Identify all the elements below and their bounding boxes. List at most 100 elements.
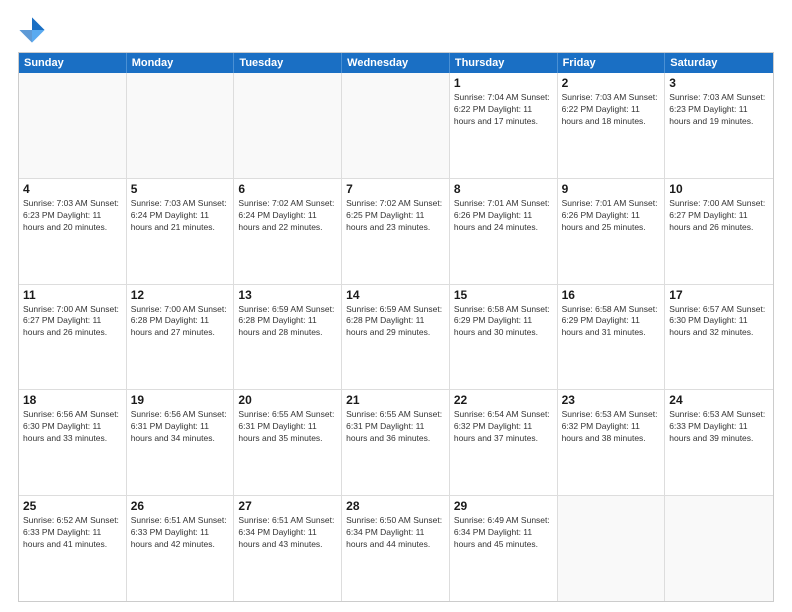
calendar-cell: 4 Sunrise: 7:03 AM Sunset: 6:23 PM Daylig… bbox=[19, 179, 127, 284]
calendar-row-2: 11 Sunrise: 7:00 AM Sunset: 6:27 PM Dayli… bbox=[19, 285, 773, 391]
cell-info: Sunrise: 7:03 AM Sunset: 6:23 PM Dayligh… bbox=[669, 92, 769, 128]
calendar-cell: 16Sunrise: 6:58 AM Sunset: 6:29 PM Dayli… bbox=[558, 285, 666, 390]
cell-day-number: 5 bbox=[131, 182, 230, 196]
cell-day-number: 24 bbox=[669, 393, 769, 407]
calendar-row-4: 25 Sunrise: 6:52 AM Sunset: 6:33 PM Dayli… bbox=[19, 496, 773, 601]
calendar-cell: 15 Sunrise: 6:58 AM Sunset: 6:29 PM Dayli… bbox=[450, 285, 558, 390]
weekday-header-tuesday: Tuesday bbox=[234, 53, 342, 73]
cell-day-number: 13 bbox=[238, 288, 337, 302]
calendar-cell: 17 Sunrise: 6:57 AM Sunset: 6:30 PM Dayli… bbox=[665, 285, 773, 390]
cell-day-number: 14 bbox=[346, 288, 445, 302]
calendar-cell bbox=[19, 73, 127, 178]
calendar-cell: 26 Sunrise: 6:51 AM Sunset: 6:33 PM Dayli… bbox=[127, 496, 235, 601]
calendar-row-1: 4 Sunrise: 7:03 AM Sunset: 6:23 PM Daylig… bbox=[19, 179, 773, 285]
calendar-cell: 24 Sunrise: 6:53 AM Sunset: 6:33 PM Dayli… bbox=[665, 390, 773, 495]
cell-info: Sunrise: 7:03 AM Sunset: 6:23 PM Dayligh… bbox=[23, 198, 122, 234]
weekday-header-sunday: Sunday bbox=[19, 53, 127, 73]
calendar-cell: 7Sunrise: 7:02 AM Sunset: 6:25 PM Daylig… bbox=[342, 179, 450, 284]
cell-day-number: 26 bbox=[131, 499, 230, 513]
calendar: SundayMondayTuesdayWednesdayThursdayFrid… bbox=[18, 52, 774, 602]
cell-info: Sunrise: 6:55 AM Sunset: 6:31 PM Dayligh… bbox=[238, 409, 337, 445]
calendar-cell: 20 Sunrise: 6:55 AM Sunset: 6:31 PM Dayli… bbox=[234, 390, 342, 495]
cell-info: Sunrise: 7:00 AM Sunset: 6:28 PM Dayligh… bbox=[131, 304, 230, 340]
calendar-row-3: 18 Sunrise: 6:56 AM Sunset: 6:30 PM Dayli… bbox=[19, 390, 773, 496]
cell-day-number: 23 bbox=[562, 393, 661, 407]
page: SundayMondayTuesdayWednesdayThursdayFrid… bbox=[0, 0, 792, 612]
cell-info: Sunrise: 7:03 AM Sunset: 6:22 PM Dayligh… bbox=[562, 92, 661, 128]
cell-info: Sunrise: 7:01 AM Sunset: 6:26 PM Dayligh… bbox=[454, 198, 553, 234]
cell-day-number: 11 bbox=[23, 288, 122, 302]
cell-info: Sunrise: 7:00 AM Sunset: 6:27 PM Dayligh… bbox=[23, 304, 122, 340]
calendar-cell: 28 Sunrise: 6:50 AM Sunset: 6:34 PM Dayli… bbox=[342, 496, 450, 601]
cell-info: Sunrise: 6:59 AM Sunset: 6:28 PM Dayligh… bbox=[238, 304, 337, 340]
weekday-header-friday: Friday bbox=[558, 53, 666, 73]
cell-info: Sunrise: 6:56 AM Sunset: 6:31 PM Dayligh… bbox=[131, 409, 230, 445]
calendar-cell: 8 Sunrise: 7:01 AM Sunset: 6:26 PM Daylig… bbox=[450, 179, 558, 284]
calendar-row-0: 1Sunrise: 7:04 AM Sunset: 6:22 PM Daylig… bbox=[19, 73, 773, 179]
calendar-cell bbox=[127, 73, 235, 178]
cell-info: Sunrise: 6:51 AM Sunset: 6:33 PM Dayligh… bbox=[131, 515, 230, 551]
calendar-cell: 18 Sunrise: 6:56 AM Sunset: 6:30 PM Dayli… bbox=[19, 390, 127, 495]
calendar-cell: 10 Sunrise: 7:00 AM Sunset: 6:27 PM Dayli… bbox=[665, 179, 773, 284]
weekday-header-thursday: Thursday bbox=[450, 53, 558, 73]
cell-day-number: 4 bbox=[23, 182, 122, 196]
calendar-header: SundayMondayTuesdayWednesdayThursdayFrid… bbox=[19, 53, 773, 73]
cell-info: Sunrise: 6:50 AM Sunset: 6:34 PM Dayligh… bbox=[346, 515, 445, 551]
cell-info: Sunrise: 6:51 AM Sunset: 6:34 PM Dayligh… bbox=[238, 515, 337, 551]
weekday-header-wednesday: Wednesday bbox=[342, 53, 450, 73]
cell-day-number: 29 bbox=[454, 499, 553, 513]
calendar-cell bbox=[234, 73, 342, 178]
calendar-cell bbox=[558, 496, 666, 601]
cell-info: Sunrise: 6:52 AM Sunset: 6:33 PM Dayligh… bbox=[23, 515, 122, 551]
cell-info: Sunrise: 6:53 AM Sunset: 6:32 PM Dayligh… bbox=[562, 409, 661, 445]
calendar-cell: 27 Sunrise: 6:51 AM Sunset: 6:34 PM Dayli… bbox=[234, 496, 342, 601]
cell-info: Sunrise: 7:04 AM Sunset: 6:22 PM Dayligh… bbox=[454, 92, 553, 128]
cell-info: Sunrise: 6:55 AM Sunset: 6:31 PM Dayligh… bbox=[346, 409, 445, 445]
cell-day-number: 15 bbox=[454, 288, 553, 302]
cell-day-number: 9 bbox=[562, 182, 661, 196]
weekday-header-monday: Monday bbox=[127, 53, 235, 73]
cell-info: Sunrise: 6:54 AM Sunset: 6:32 PM Dayligh… bbox=[454, 409, 553, 445]
cell-day-number: 19 bbox=[131, 393, 230, 407]
cell-info: Sunrise: 7:00 AM Sunset: 6:27 PM Dayligh… bbox=[669, 198, 769, 234]
cell-info: Sunrise: 7:01 AM Sunset: 6:26 PM Dayligh… bbox=[562, 198, 661, 234]
calendar-cell bbox=[665, 496, 773, 601]
cell-day-number: 17 bbox=[669, 288, 769, 302]
calendar-cell: 3Sunrise: 7:03 AM Sunset: 6:23 PM Daylig… bbox=[665, 73, 773, 178]
calendar-cell: 23 Sunrise: 6:53 AM Sunset: 6:32 PM Dayli… bbox=[558, 390, 666, 495]
cell-day-number: 28 bbox=[346, 499, 445, 513]
calendar-body: 1Sunrise: 7:04 AM Sunset: 6:22 PM Daylig… bbox=[19, 73, 773, 601]
cell-info: Sunrise: 6:49 AM Sunset: 6:34 PM Dayligh… bbox=[454, 515, 553, 551]
cell-day-number: 8 bbox=[454, 182, 553, 196]
cell-info: Sunrise: 6:59 AM Sunset: 6:28 PM Dayligh… bbox=[346, 304, 445, 340]
cell-info: Sunrise: 7:03 AM Sunset: 6:24 PM Dayligh… bbox=[131, 198, 230, 234]
header bbox=[18, 16, 774, 44]
cell-info: Sunrise: 6:53 AM Sunset: 6:33 PM Dayligh… bbox=[669, 409, 769, 445]
calendar-cell: 19 Sunrise: 6:56 AM Sunset: 6:31 PM Dayli… bbox=[127, 390, 235, 495]
calendar-cell: 2 Sunrise: 7:03 AM Sunset: 6:22 PM Daylig… bbox=[558, 73, 666, 178]
cell-info: Sunrise: 6:57 AM Sunset: 6:30 PM Dayligh… bbox=[669, 304, 769, 340]
cell-info: Sunrise: 6:58 AM Sunset: 6:29 PM Dayligh… bbox=[454, 304, 553, 340]
cell-day-number: 25 bbox=[23, 499, 122, 513]
cell-day-number: 6 bbox=[238, 182, 337, 196]
calendar-cell: 1Sunrise: 7:04 AM Sunset: 6:22 PM Daylig… bbox=[450, 73, 558, 178]
cell-info: Sunrise: 6:56 AM Sunset: 6:30 PM Dayligh… bbox=[23, 409, 122, 445]
logo-icon bbox=[18, 16, 46, 44]
calendar-cell bbox=[342, 73, 450, 178]
cell-day-number: 10 bbox=[669, 182, 769, 196]
calendar-cell: 29 Sunrise: 6:49 AM Sunset: 6:34 PM Dayli… bbox=[450, 496, 558, 601]
cell-day-number: 20 bbox=[238, 393, 337, 407]
cell-day-number: 7 bbox=[346, 182, 445, 196]
calendar-cell: 12 Sunrise: 7:00 AM Sunset: 6:28 PM Dayli… bbox=[127, 285, 235, 390]
calendar-cell: 13 Sunrise: 6:59 AM Sunset: 6:28 PM Dayli… bbox=[234, 285, 342, 390]
calendar-cell: 22Sunrise: 6:54 AM Sunset: 6:32 PM Dayli… bbox=[450, 390, 558, 495]
calendar-cell: 5 Sunrise: 7:03 AM Sunset: 6:24 PM Daylig… bbox=[127, 179, 235, 284]
calendar-cell: 6Sunrise: 7:02 AM Sunset: 6:24 PM Daylig… bbox=[234, 179, 342, 284]
logo bbox=[18, 16, 50, 44]
cell-day-number: 2 bbox=[562, 76, 661, 90]
cell-day-number: 27 bbox=[238, 499, 337, 513]
cell-day-number: 18 bbox=[23, 393, 122, 407]
calendar-cell: 14 Sunrise: 6:59 AM Sunset: 6:28 PM Dayli… bbox=[342, 285, 450, 390]
calendar-cell: 11 Sunrise: 7:00 AM Sunset: 6:27 PM Dayli… bbox=[19, 285, 127, 390]
cell-day-number: 12 bbox=[131, 288, 230, 302]
